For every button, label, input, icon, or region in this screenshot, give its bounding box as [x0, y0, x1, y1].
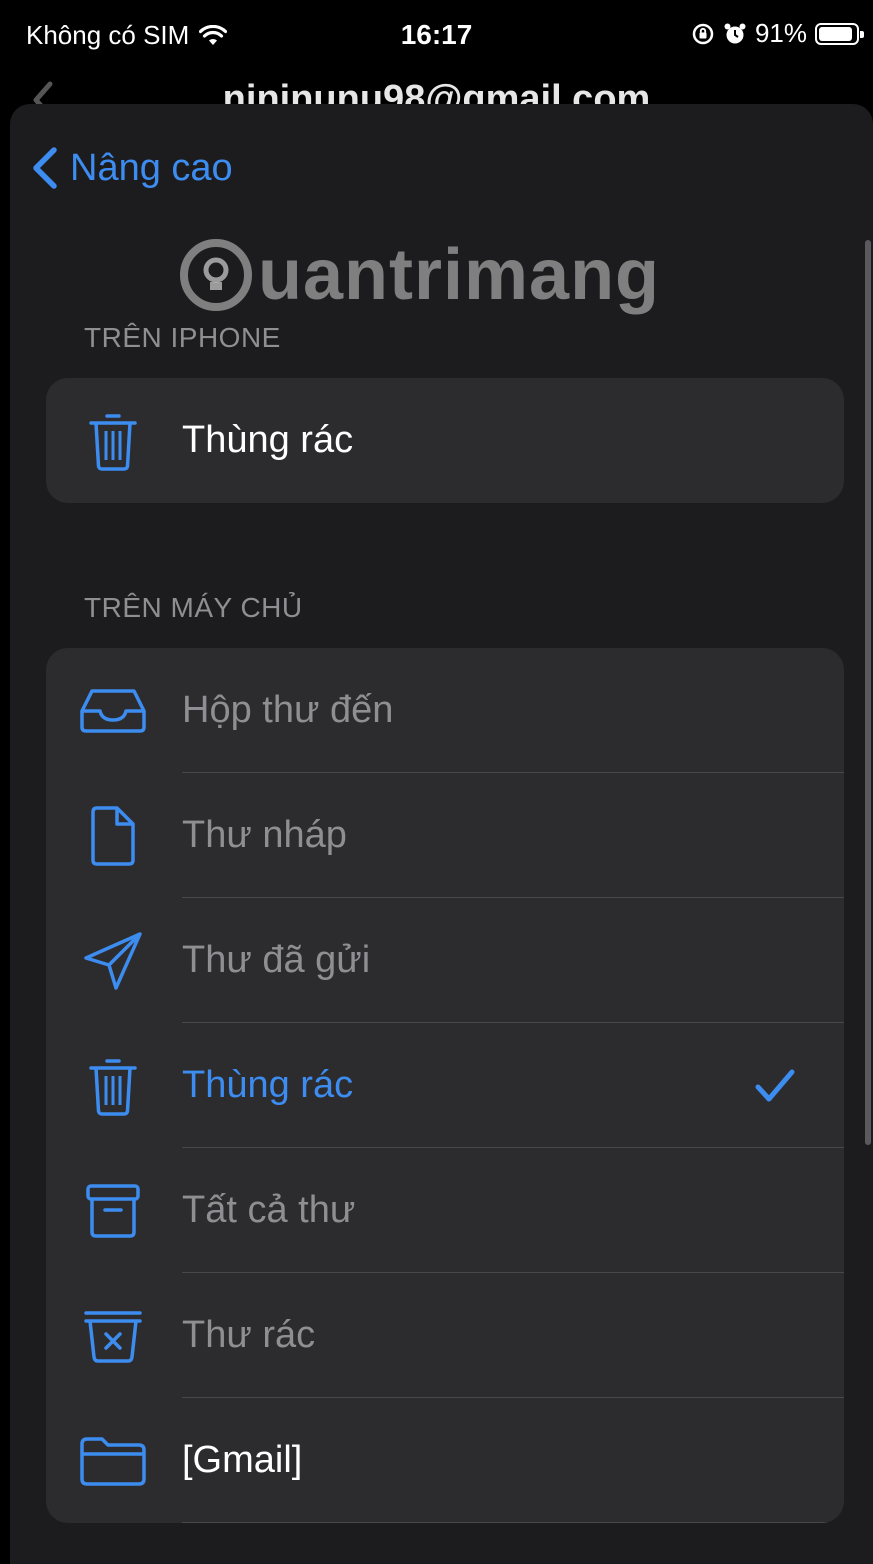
scrollbar[interactable] — [865, 240, 871, 1145]
paper-plane-icon — [78, 926, 148, 996]
alarm-icon — [723, 22, 747, 46]
mailbox-label: Tất cả thư — [182, 1189, 356, 1231]
mailbox-label: Hộp thư đến — [182, 689, 394, 731]
chevron-left-icon — [30, 144, 60, 192]
mailbox-label: Thư đã gửi — [182, 939, 371, 981]
mailbox-row-drafts[interactable]: Thư nháp — [46, 773, 844, 898]
battery-icon — [815, 22, 864, 45]
watermark-text: uantrimang — [258, 235, 661, 315]
back-button[interactable]: Nâng cao — [30, 144, 233, 192]
battery-percent: 91% — [754, 18, 807, 48]
folder-icon — [78, 1426, 148, 1496]
archive-box-icon — [78, 1176, 148, 1246]
trash-icon — [78, 1051, 148, 1121]
status-bar: Không có SIM 16:17 91% — [0, 0, 873, 72]
group-on-server: Hộp thư đến Thư nháp Thư đã gửi Thùng rá… — [46, 648, 844, 1523]
checkmark-icon — [754, 1068, 796, 1104]
mailbox-label: Thư nháp — [182, 814, 347, 856]
orientation-lock-icon — [691, 22, 715, 46]
watermark-logo: uantrimang — [180, 234, 660, 316]
mailbox-picker-sheet: Nâng cao uantrimang TRÊN IPHONE Thùng rá… — [10, 104, 873, 1564]
mailbox-row-trash-server[interactable]: Thùng rác — [46, 1023, 844, 1148]
group-on-iphone: Thùng rác — [46, 378, 844, 503]
mailbox-row-junk[interactable]: Thư rác — [46, 1273, 844, 1398]
lightbulb-icon — [180, 239, 252, 311]
section-header-on-server: TRÊN MÁY CHỦ — [84, 592, 303, 623]
mailbox-row-inbox[interactable]: Hộp thư đến — [46, 648, 844, 773]
mailbox-label: Thùng rác — [182, 419, 354, 461]
mailbox-row-sent[interactable]: Thư đã gửi — [46, 898, 844, 1023]
junk-box-icon — [78, 1301, 148, 1371]
mailbox-row-all-mail[interactable]: Tất cả thư — [46, 1148, 844, 1273]
mailbox-label: Thùng rác — [182, 1064, 354, 1106]
row-divider — [182, 1522, 844, 1523]
back-button-label: Nâng cao — [70, 146, 233, 189]
mailbox-row-gmail[interactable]: [Gmail] — [46, 1398, 844, 1523]
mailbox-label: Thư rác — [182, 1314, 316, 1356]
section-header-on-iphone: TRÊN IPHONE — [84, 322, 281, 353]
inbox-tray-icon — [78, 676, 148, 746]
trash-icon — [78, 406, 148, 476]
mailbox-row-trash-local[interactable]: Thùng rác — [46, 378, 844, 503]
status-right: 91% — [691, 18, 864, 49]
document-icon — [78, 801, 148, 871]
mailbox-label: [Gmail] — [182, 1439, 303, 1481]
